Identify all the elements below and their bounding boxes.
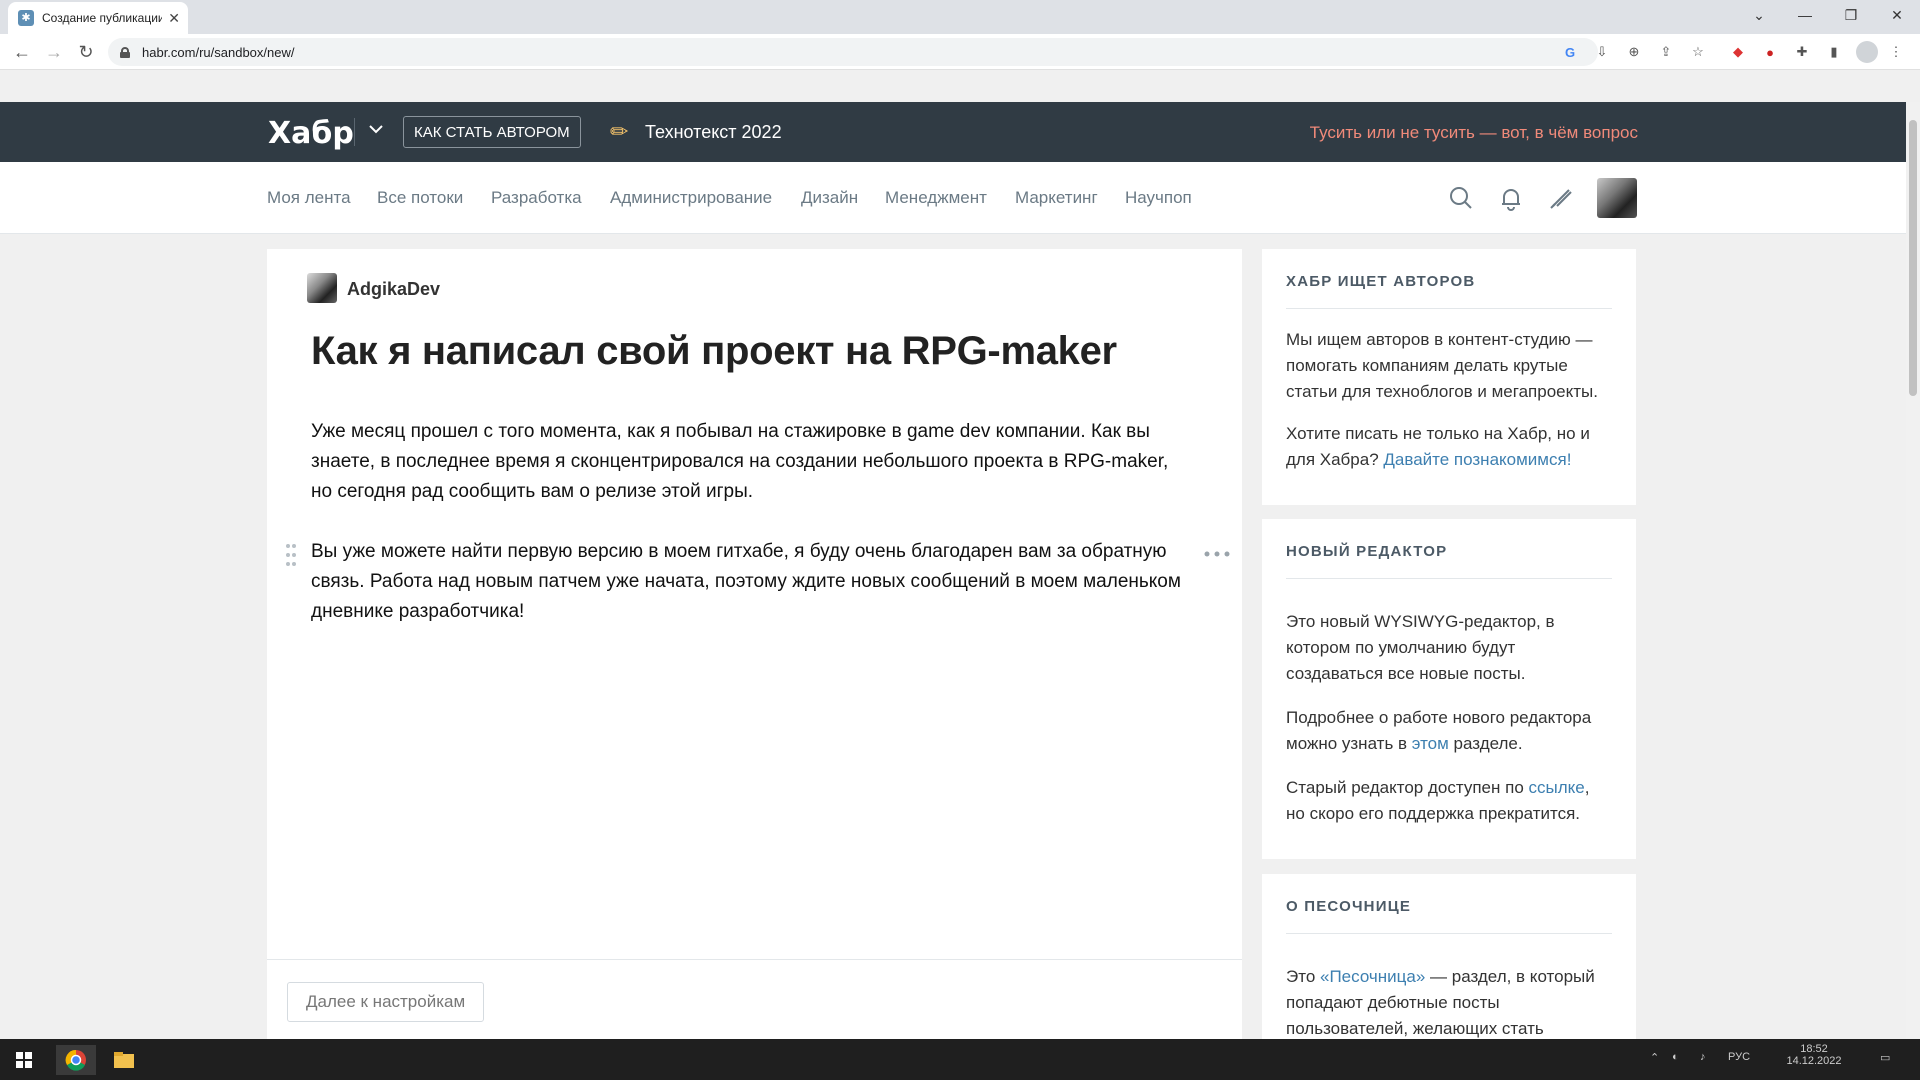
clock-time: 18:52 — [1800, 1043, 1828, 1055]
extension-red-icon[interactable]: ◆ — [1728, 42, 1748, 62]
author-avatar — [307, 273, 337, 303]
minimize-icon[interactable]: — — [1782, 0, 1828, 30]
drag-handle-icon[interactable] — [285, 543, 297, 567]
nav-item-popsci[interactable]: Научпоп — [1125, 188, 1192, 208]
old-editor-text: Старый редактор доступен по ссылке, но с… — [1286, 775, 1612, 827]
profile-avatar-icon[interactable] — [1856, 41, 1878, 63]
notifications-icon[interactable]: ▭ — [1880, 1051, 1890, 1064]
nav-item-management[interactable]: Менеджмент — [885, 188, 987, 208]
windows-start-icon[interactable] — [4, 1045, 44, 1075]
promo-right-link[interactable]: Тусить или не тусить — вот, в чём вопрос — [1310, 123, 1638, 143]
browser-tab[interactable]: ✱ Создание публикации ✕ — [8, 2, 188, 34]
file-explorer-icon[interactable] — [104, 1045, 144, 1075]
block-more-icon[interactable] — [1202, 549, 1232, 559]
nav-item-dev[interactable]: Разработка — [491, 188, 582, 208]
how-to-become-author-button[interactable]: КАК СТАТЬ АВТОРОМ — [403, 116, 581, 148]
clock[interactable]: 18:52 14.12.2022 — [1784, 1043, 1844, 1067]
tab-title: Создание публикации — [42, 11, 163, 25]
nav-item-design[interactable]: Дизайн — [801, 188, 858, 208]
lets-meet-link[interactable]: Давайте познакомимся! — [1383, 450, 1571, 469]
next-to-settings-button[interactable]: Далее к настройкам — [287, 982, 485, 1022]
address-bar[interactable]: habr.com/ru/sandbox/new/ — [108, 38, 1598, 66]
close-window-icon[interactable]: ✕ — [1874, 0, 1920, 30]
author-name: AdgikaDev — [347, 279, 441, 299]
scrollbar-thumb[interactable] — [1909, 120, 1917, 396]
windows-taskbar: ⌃ ◐ ♪ РУС 18:52 14.12.2022 ▭ — [0, 1039, 1920, 1080]
sandbox-heading: О ПЕСОЧНИЦЕ — [1286, 874, 1612, 934]
forward-icon[interactable]: → — [42, 40, 66, 64]
paragraph-1[interactable]: Уже месяц прошел с того момента, как я п… — [311, 417, 1191, 507]
share-icon[interactable]: ⇪ — [1656, 42, 1676, 62]
authors-heading: ХАБР ИЩЕТ АВТОРОВ — [1286, 249, 1612, 309]
bell-icon[interactable] — [1497, 184, 1525, 212]
sidebar-editor-card: НОВЫЙ РЕДАКТОР Это новый WYSIWYG-редакто… — [1262, 519, 1636, 859]
habr-nav: Моя лента Все потоки Разработка Админист… — [0, 162, 1906, 234]
install-icon[interactable]: ⇩ — [1592, 42, 1612, 62]
browser-toolbar: ← → ↻ habr.com/ru/sandbox/new/ G ⇩ ⊕ ⇪ ☆… — [0, 34, 1920, 70]
paragraph-2[interactable]: Вы уже можете найти первую версию в моем… — [311, 537, 1191, 627]
habr-favicon-icon: ✱ — [18, 10, 34, 26]
sidebar-sandbox-card: О ПЕСОЧНИЦЕ Это «Песочница» — раздел, в … — [1262, 874, 1636, 1039]
nav-item-admin[interactable]: Администрирование — [610, 188, 772, 208]
authors-cta: Хотите писать не только на Хабр, но и дл… — [1286, 421, 1612, 473]
sandbox-text: Это «Песочница» — раздел, в который попа… — [1286, 964, 1612, 1039]
post-title[interactable]: Как я написал свой проект на RPG-maker — [311, 329, 1117, 374]
extension-adblock-icon[interactable]: ● — [1760, 42, 1780, 62]
authors-text: Мы ищем авторов в контент-студию — помог… — [1286, 330, 1598, 401]
tray-network-icon[interactable]: ◐ — [1672, 1051, 1679, 1063]
tray-sound-icon[interactable]: ♪ — [1700, 1051, 1706, 1063]
habr-logo[interactable]: Хабр — [268, 116, 354, 151]
restore-icon[interactable]: ❐ — [1828, 0, 1874, 30]
sandbox-prefix: Это — [1286, 967, 1320, 986]
nav-item-marketing[interactable]: Маркетинг — [1015, 188, 1098, 208]
page-scrollbar[interactable] — [1906, 102, 1920, 1039]
user-avatar[interactable] — [1597, 178, 1637, 218]
clock-date: 14.12.2022 — [1786, 1055, 1842, 1067]
bookmark-star-icon[interactable]: ☆ — [1688, 42, 1708, 62]
old-editor-prefix: Старый редактор доступен по — [1286, 778, 1529, 797]
tab-search-icon[interactable]: ⌄ — [1736, 0, 1782, 30]
lock-icon — [120, 46, 130, 58]
editor-heading: НОВЫЙ РЕДАКТОР — [1286, 519, 1612, 579]
editor-info-text: Это новый WYSIWYG-редактор, в котором по… — [1286, 612, 1555, 683]
tab-close-icon[interactable]: ✕ — [168, 10, 180, 27]
habr-top-bar: Хабр КАК СТАТЬ АВТОРОМ ✏ Технотекст 2022… — [0, 102, 1906, 162]
search-icon[interactable] — [1447, 184, 1475, 212]
editor-card: AdgikaDev Как я написал свой проект на R… — [267, 249, 1242, 1039]
promo-link[interactable]: Технотекст 2022 — [645, 122, 782, 143]
chrome-taskbar-icon[interactable] — [56, 1045, 96, 1075]
editor-more-suffix: разделе. — [1448, 734, 1523, 753]
services-chevron-down-icon[interactable] — [366, 119, 386, 139]
pencil-icon: ✏ — [610, 119, 629, 144]
reload-icon[interactable]: ↻ — [74, 40, 98, 64]
editor-footer: Далее к настройкам — [267, 959, 1242, 1039]
google-icon[interactable]: G — [1560, 42, 1580, 62]
back-icon[interactable]: ← — [10, 40, 34, 64]
nav-item-feed[interactable]: Моя лента — [267, 188, 351, 208]
side-panel-icon[interactable]: ▮ — [1824, 42, 1844, 62]
nav-item-all[interactable]: Все потоки — [377, 188, 463, 208]
sandbox-link[interactable]: «Песочница» — [1320, 967, 1425, 986]
extensions-puzzle-icon[interactable]: ✚ — [1792, 42, 1812, 62]
language-indicator[interactable]: РУС — [1728, 1051, 1750, 1063]
this-section-link[interactable]: этом — [1412, 734, 1449, 753]
editor-more-text: Подробнее о работе нового редактора можн… — [1286, 705, 1612, 757]
zoom-icon[interactable]: ⊕ — [1624, 42, 1644, 62]
browser-menu-icon[interactable]: ⋮ — [1886, 42, 1906, 62]
tray-chevron-icon[interactable]: ⌃ — [1650, 1051, 1659, 1064]
old-editor-link[interactable]: ссылке — [1529, 778, 1585, 797]
sidebar-authors-card: ХАБР ИЩЕТ АВТОРОВ Мы ищем авторов в конт… — [1262, 249, 1636, 505]
url-text: habr.com/ru/sandbox/new/ — [142, 44, 295, 60]
write-icon[interactable] — [1547, 184, 1575, 212]
logo-divider — [354, 118, 355, 146]
browser-tab-bar: ✱ Создание публикации ✕ ⌄ — ❐ ✕ — [0, 0, 1920, 34]
